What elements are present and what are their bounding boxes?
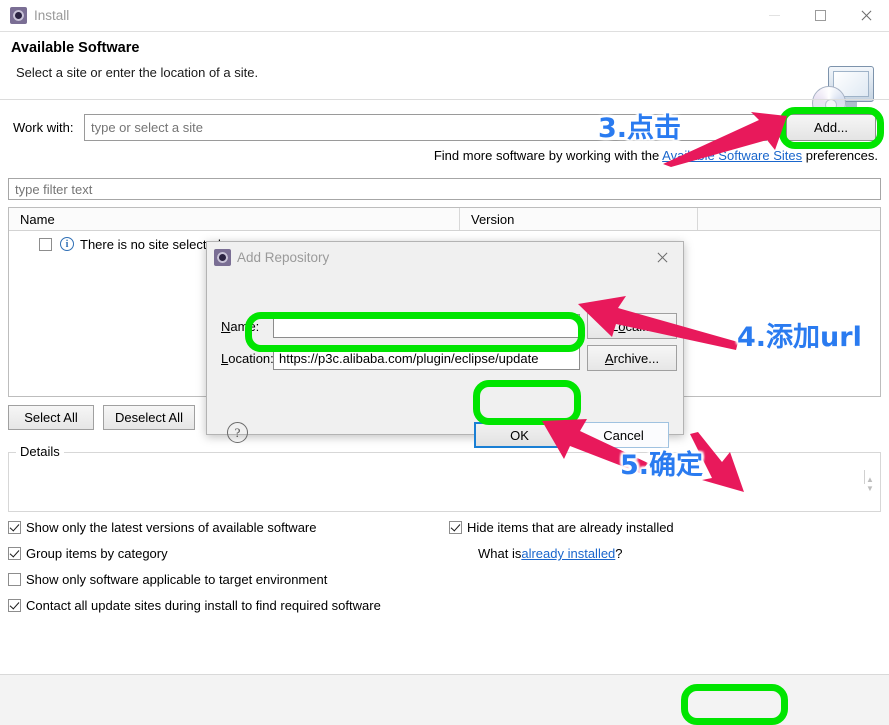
maximize-button[interactable] <box>797 0 843 31</box>
select-all-button[interactable]: Select All <box>8 405 94 430</box>
page-subtitle: Select a site or enter the location of a… <box>16 65 259 80</box>
install-wizard-window: Install Available Software Select a site… <box>0 0 889 725</box>
dialog-titlebar: Add Repository <box>207 242 683 272</box>
work-with-input[interactable] <box>84 114 767 141</box>
wizard-button-bar: ? < Back Next > Finish Cancel <box>0 675 889 725</box>
name-label: Name: <box>221 319 260 334</box>
local-button[interactable]: Local... <box>587 313 677 339</box>
close-button[interactable] <box>843 0 889 31</box>
option-label: Show only software applicable to target … <box>26 572 328 587</box>
what-is-prefix: What is <box>478 546 522 561</box>
details-legend: Details <box>16 444 64 459</box>
close-icon <box>656 251 669 264</box>
dialog-title: Add Repository <box>237 249 330 265</box>
option-latest-versions[interactable]: Show only the latest versions of availab… <box>8 520 317 535</box>
find-more-software-text: Find more software by working with the A… <box>434 148 878 163</box>
option-contact-update-sites[interactable]: Contact all update sites during install … <box>8 598 381 613</box>
minimize-icon <box>768 15 780 16</box>
details-scroll-divider <box>864 470 865 484</box>
work-with-label: Work with: <box>13 120 74 135</box>
window-title: Install <box>34 8 70 23</box>
table-row[interactable]: i There is no site selected. <box>9 233 225 255</box>
option-label: Show only the latest versions of availab… <box>26 520 317 535</box>
add-button[interactable]: Add... <box>786 114 876 141</box>
what-is-suffix: ? <box>615 546 623 561</box>
info-icon: i <box>60 237 74 251</box>
find-more-prefix: Find more software by working with the <box>433 148 663 163</box>
close-icon <box>860 9 873 22</box>
deselect-all-button[interactable]: Deselect All <box>103 405 195 430</box>
available-software-sites-link[interactable]: Available Software Sites <box>662 148 802 163</box>
details-panel: ▲ ▼ <box>8 452 881 512</box>
column-header-name[interactable]: Name <box>9 208 460 230</box>
option-label: Group items by category <box>26 546 168 561</box>
dialog-cancel-button[interactable]: Cancel <box>578 422 669 448</box>
dialog-help-icon[interactable]: ? <box>227 422 248 443</box>
dialog-close-button[interactable] <box>656 251 669 264</box>
header-divider <box>0 99 889 100</box>
name-input[interactable] <box>273 314 580 338</box>
dialog-ok-button[interactable]: OK <box>474 422 565 448</box>
filter-input[interactable] <box>8 178 881 200</box>
what-is-already-installed: What is already installed? <box>478 546 623 561</box>
checkbox[interactable] <box>8 573 21 586</box>
row-name: There is no site selected. <box>80 236 225 252</box>
checkbox[interactable] <box>8 547 21 560</box>
window-controls <box>751 0 889 31</box>
eclipse-gear-icon <box>10 7 27 24</box>
row-checkbox[interactable] <box>39 237 52 251</box>
page-title: Available Software <box>11 40 140 56</box>
checkbox[interactable] <box>8 521 21 534</box>
checkbox[interactable] <box>8 599 21 612</box>
option-hide-installed[interactable]: Hide items that are already installed <box>449 520 674 535</box>
find-more-suffix: preferences. <box>802 148 878 163</box>
minimize-button[interactable] <box>751 0 797 31</box>
location-label: Location: <box>221 351 274 366</box>
scroll-down-icon[interactable]: ▼ <box>866 484 874 493</box>
eclipse-gear-icon <box>214 248 231 266</box>
checkbox[interactable] <box>449 521 462 534</box>
archive-button[interactable]: Archive... <box>587 345 677 371</box>
add-repository-dialog: Add Repository Name: Location: Local... … <box>206 241 684 448</box>
location-input[interactable] <box>273 346 580 370</box>
already-installed-link[interactable]: already installed <box>521 546 615 561</box>
option-label: Contact all update sites during install … <box>26 598 381 613</box>
scroll-up-icon[interactable]: ▲ <box>866 475 874 484</box>
option-target-environment[interactable]: Show only software applicable to target … <box>8 572 327 587</box>
maximize-icon <box>814 10 826 21</box>
table-header-row: Name Version <box>9 208 880 231</box>
column-header-version[interactable]: Version <box>460 208 698 230</box>
window-titlebar: Install <box>0 0 889 31</box>
option-label: Hide items that are already installed <box>467 520 674 535</box>
dialog-body: Name: Location: Local... Archive... ? OK… <box>207 272 683 448</box>
option-group-by-category[interactable]: Group items by category <box>8 546 168 561</box>
wizard-header: Available Software Select a site or ente… <box>0 31 889 120</box>
